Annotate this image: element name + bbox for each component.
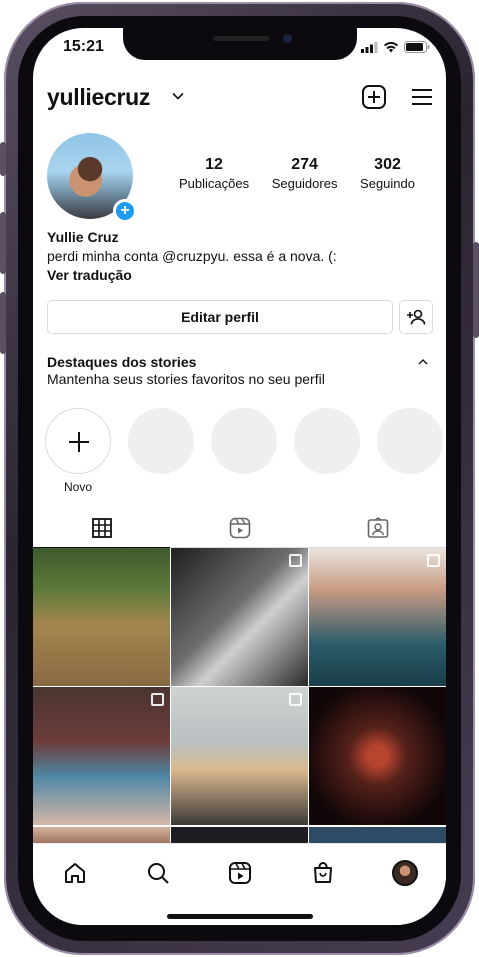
stat-value: 12	[205, 156, 223, 173]
posts-grid	[33, 548, 446, 843]
highlights-row: Novo	[45, 408, 446, 498]
profile-avatar-icon	[392, 860, 418, 886]
volume-up-button	[0, 212, 6, 274]
profile-bio: Yullie Cruz perdi minha conta @cruzpyu. …	[47, 228, 427, 285]
front-camera	[283, 34, 292, 43]
add-story-icon[interactable]: +	[113, 199, 137, 223]
tagged-icon	[367, 517, 388, 538]
display-name: Yullie Cruz	[47, 229, 119, 245]
bottom-navigation	[33, 843, 446, 925]
highlight-placeholder	[211, 408, 277, 474]
nav-home[interactable]	[60, 858, 90, 888]
nav-profile[interactable]	[390, 858, 420, 888]
edit-profile-button[interactable]: Editar perfil	[47, 300, 393, 334]
nav-reels[interactable]	[225, 858, 255, 888]
tab-tagged[interactable]	[309, 508, 446, 548]
battery-icon	[404, 41, 430, 53]
highlight-placeholder	[294, 408, 360, 474]
profile-actions: Editar perfil	[47, 300, 433, 334]
carousel-icon	[289, 693, 302, 707]
stat-value: 274	[291, 156, 318, 173]
plus-icon	[69, 432, 89, 452]
post-thumbnail[interactable]	[171, 826, 308, 843]
new-highlight-label: Novo	[63, 480, 92, 494]
stat-followers[interactable]: 274 Seguidores	[272, 156, 338, 191]
nav-search[interactable]	[143, 858, 173, 888]
profile-stats: 12 Publicações 274 Seguidores 302 Seguin…	[179, 156, 415, 191]
tab-grid[interactable]	[33, 508, 170, 548]
menu-icon[interactable]	[409, 84, 435, 110]
carousel-icon	[151, 693, 164, 707]
notch	[123, 28, 357, 60]
profile-header: yulliecruz	[47, 80, 433, 116]
see-translation-link[interactable]: Ver tradução	[47, 266, 427, 285]
profile-tabs	[33, 508, 446, 548]
shop-icon	[314, 862, 332, 883]
mute-switch	[0, 142, 6, 176]
grid-icon	[91, 517, 112, 538]
power-button	[473, 242, 479, 338]
new-highlight-button[interactable]	[45, 408, 111, 474]
wifi-icon	[384, 42, 398, 53]
status-time: 15:21	[63, 38, 104, 55]
highlights-title: Destaques dos stories	[47, 354, 197, 370]
screen: 15:21 yulliecruz + 12 Publicações 274 Se…	[33, 28, 446, 925]
username-switcher[interactable]: yulliecruz	[47, 84, 150, 111]
nav-shop[interactable]	[308, 858, 338, 888]
post-thumbnail[interactable]	[309, 687, 446, 826]
speaker	[213, 36, 269, 41]
reels-icon	[229, 862, 251, 884]
highlights-subtitle: Mantenha seus stories favoritos no seu p…	[47, 371, 325, 387]
discover-people-button[interactable]	[399, 300, 433, 334]
home-icon	[65, 863, 85, 883]
stat-value: 302	[374, 156, 401, 173]
status-icons	[361, 41, 430, 53]
post-thumbnail[interactable]	[33, 687, 170, 826]
tab-reels[interactable]	[171, 508, 308, 548]
reels-icon	[229, 517, 250, 539]
stat-label: Seguindo	[360, 176, 415, 191]
stat-label: Publicações	[179, 176, 250, 191]
home-indicator	[167, 914, 313, 919]
highlight-placeholder	[377, 408, 443, 474]
post-thumbnail[interactable]	[309, 826, 446, 843]
bio-text: perdi minha conta @cruzpyu. essa é a nov…	[47, 248, 337, 264]
stat-label: Seguidores	[271, 176, 338, 191]
chevron-up-icon[interactable]	[417, 358, 429, 366]
post-thumbnail[interactable]	[33, 548, 170, 686]
add-person-icon	[407, 309, 426, 325]
signal-icon	[361, 41, 378, 53]
highlight-placeholder	[128, 408, 194, 474]
profile-avatar[interactable]: +	[47, 133, 137, 223]
post-thumbnail[interactable]	[309, 548, 446, 686]
create-post-icon[interactable]	[361, 84, 387, 110]
highlights-section-header[interactable]: Destaques dos stories Mantenha seus stor…	[47, 354, 433, 387]
stat-following[interactable]: 302 Seguindo	[360, 156, 415, 191]
post-thumbnail[interactable]	[171, 548, 308, 686]
chevron-down-icon[interactable]	[172, 92, 184, 100]
stat-posts[interactable]: 12 Publicações	[179, 156, 249, 191]
search-icon	[148, 863, 169, 884]
post-thumbnail[interactable]	[33, 826, 170, 843]
volume-down-button	[0, 292, 6, 354]
carousel-icon	[289, 554, 302, 567]
post-thumbnail[interactable]	[171, 687, 308, 826]
carousel-icon	[427, 554, 440, 567]
